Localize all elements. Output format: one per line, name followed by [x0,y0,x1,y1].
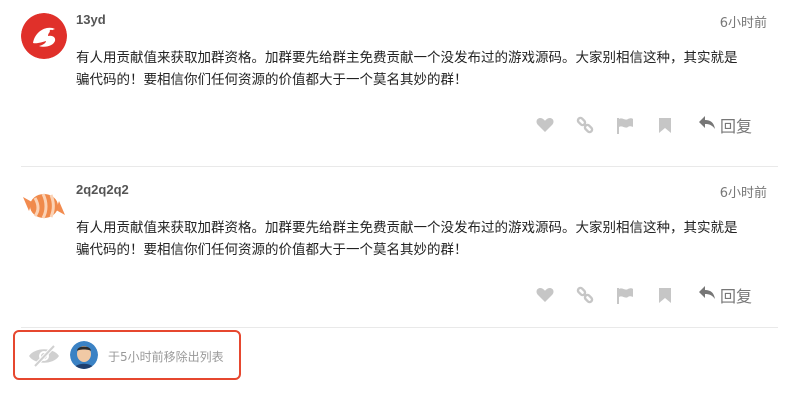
heart-icon[interactable] [532,282,558,308]
post-time[interactable]: 6小时前 [720,12,767,31]
eye-slash-icon [27,344,61,372]
post-author[interactable]: 2q2q2q2 [76,182,129,197]
heart-icon[interactable] [532,112,558,138]
post-actions: 回复 [532,110,772,140]
post-author[interactable]: 13yd [76,12,106,27]
unlisted-notice-text: 于5小时前移除出列表 [108,350,224,364]
avatar-2q2q2q2[interactable] [21,183,67,229]
flag-icon[interactable] [612,112,638,138]
flag-icon[interactable] [612,282,638,308]
reply-button[interactable]: 回复 [698,113,752,137]
unlisted-notice: 于5小时前移除出列表 [13,330,241,380]
post-body-line: 有人用贡献值来获取加群资格。加群要先给群主免费贡献一个没发布过的游戏源码。大家别… [76,220,738,236]
reply-button[interactable]: 回复 [698,283,752,307]
avatar-13yd[interactable] [21,13,67,59]
post-divider [21,166,778,167]
bookmark-icon[interactable] [652,112,678,138]
post-body-line: 有人用贡献值来获取加群资格。加群要先给群主免费贡献一个没发布过的游戏源码。大家别… [76,50,738,66]
post-divider [21,327,778,328]
avatar[interactable] [70,341,98,369]
reply-label: 回复 [720,117,753,136]
post-body: 有人用贡献值来获取加群资格。加群要先给群主免费贡献一个没发布过的游戏源码。大家别… [76,47,776,91]
post-time[interactable]: 6小时前 [720,182,767,201]
reply-arrow-icon [698,115,716,135]
post-body-line: 骗代码的！要相信你们任何资源的价值都大于一个莫名其妙的群！ [76,72,468,88]
post-actions: 回复 [532,280,772,310]
post-body-line: 骗代码的！要相信你们任何资源的价值都大于一个莫名其妙的群！ [76,242,468,258]
post-body: 有人用贡献值来获取加群资格。加群要先给群主免费贡献一个没发布过的游戏源码。大家别… [76,217,776,261]
bookmark-icon[interactable] [652,282,678,308]
link-icon[interactable] [572,112,598,138]
reply-arrow-icon [698,285,716,305]
reply-label: 回复 [720,287,753,306]
link-icon[interactable] [572,282,598,308]
